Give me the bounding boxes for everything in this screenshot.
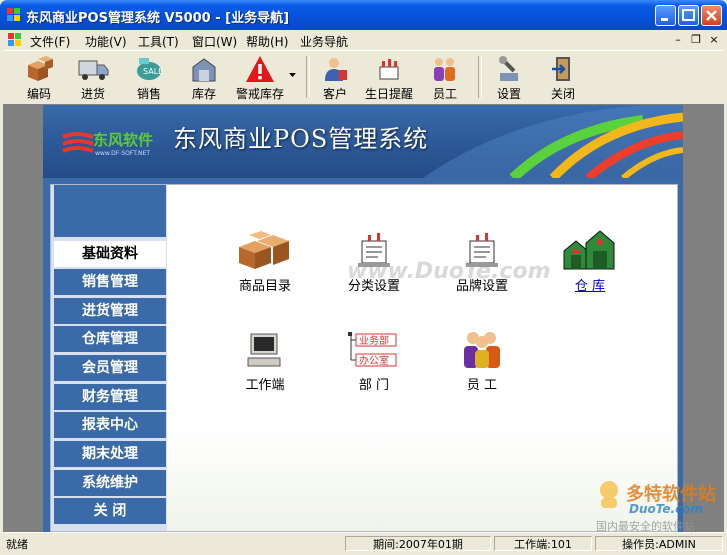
dept-tag: 业务部: [359, 334, 389, 347]
item-label: 分类设置: [347, 279, 400, 294]
mdi-close-button[interactable]: ×: [707, 33, 721, 46]
toolbar-label: 关闭: [550, 87, 575, 101]
item-workstation[interactable]: 工作端: [220, 330, 310, 393]
staff-icon: [434, 58, 455, 81]
maximize-icon: [682, 9, 695, 21]
nav-finance[interactable]: 财务管理: [54, 384, 166, 412]
toolbar-birthday-button[interactable]: 生日提醒: [363, 53, 415, 101]
mdi-child-icon[interactable]: [7, 32, 23, 48]
menu-help[interactable]: 帮助(H): [246, 33, 288, 50]
nav-reports[interactable]: 报表中心: [54, 412, 166, 440]
item-category-settings[interactable]: 分类设置: [329, 229, 419, 294]
item-label: 商品目录: [238, 279, 291, 294]
settings-icon: [499, 56, 518, 81]
minimize-icon: [661, 18, 668, 21]
item-label: 仓 库: [574, 279, 606, 294]
menu-business-nav[interactable]: 业务导航: [300, 33, 348, 50]
nav-member[interactable]: 会员管理: [54, 355, 166, 383]
department-icon: 业务部 办公室: [348, 332, 397, 367]
menu-bar: 文件(F) 功能(V) 工具(T) 窗口(W) 帮助(H) 业务导航 – ❐ ×: [3, 30, 724, 50]
nav-close[interactable]: 关 闭: [54, 498, 166, 526]
status-bar: 就绪 期间:2007年01期 工作端:101 操作员:ADMIN: [0, 532, 727, 555]
item-department[interactable]: 业务部 办公室 部 门: [329, 330, 419, 393]
item-label: 工作端: [245, 378, 285, 393]
site-watermark: 多特软件站 DuoTe.com 国内最安全的软件站: [596, 478, 724, 533]
computer-icon: [247, 333, 281, 367]
brand-icon: [466, 233, 498, 267]
close-window-button[interactable]: [701, 5, 722, 26]
boxes-icon: [28, 56, 53, 81]
status-period: 期间:2007年01期: [345, 536, 491, 551]
toolbar: 编码 进货 SALE 销售 库存 警戒库存 客户 生日提醒 员工 设置 关闭: [3, 50, 724, 105]
window-title: 东风商业POS管理系统 V5000 - [业务导航]: [26, 11, 290, 26]
maximize-button[interactable]: [678, 5, 699, 26]
header-banner: 东风软件 www.DF-SOFT.NET 东风商业POS管理系统: [43, 105, 683, 178]
menu-window[interactable]: 窗口(W): [192, 33, 237, 50]
item-label: 品牌设置: [455, 279, 508, 294]
nav-purchase[interactable]: 进货管理: [54, 298, 166, 326]
menu-file[interactable]: 文件(F): [30, 33, 70, 50]
nav-header: [54, 185, 166, 237]
item-label: 部 门: [358, 378, 390, 393]
minimize-button[interactable]: [655, 5, 676, 26]
warning-icon: [246, 56, 274, 82]
staff-icon: [464, 332, 500, 368]
nav-period-end[interactable]: 期末处理: [54, 441, 166, 469]
truck-icon: [78, 60, 109, 80]
toolbar-staff-button[interactable]: 员工: [419, 53, 471, 101]
dept-tag: 办公室: [359, 354, 389, 367]
svg-text:SALE: SALE: [143, 67, 163, 76]
menu-tools[interactable]: 工具(T): [138, 33, 179, 50]
nav-basic-data[interactable]: 基础资料: [54, 241, 166, 269]
toolbar-label: 警戒库存: [235, 87, 284, 101]
sale-icon: SALE: [137, 58, 163, 80]
mascot-icon: [600, 481, 618, 508]
toolbar-purchase-button[interactable]: 进货: [67, 53, 119, 101]
item-product-catalog[interactable]: 商品目录: [220, 229, 310, 294]
item-staff[interactable]: 员 工: [437, 330, 527, 393]
birthday-icon: [379, 59, 399, 80]
mdi-minimize-button[interactable]: –: [671, 33, 685, 46]
toolbar-alert-stock-button[interactable]: 警戒库存: [234, 53, 286, 101]
system-title: 东风商业POS管理系统: [173, 125, 429, 153]
site-domain: DuoTe.com: [629, 502, 703, 516]
nav-sales[interactable]: 销售管理: [54, 269, 166, 297]
brand-logo-url: www.DF-SOFT.NET: [95, 150, 150, 157]
business-navigation-panel: 基础资料 销售管理 进货管理 仓库管理 会员管理 财务管理 报表中心 期末处理 …: [50, 184, 678, 532]
close-icon: [706, 10, 717, 21]
mdi-client-area: 东风软件 www.DF-SOFT.NET 东风商业POS管理系统 基础资料 销售…: [3, 104, 724, 532]
toolbar-close-button[interactable]: 关闭: [537, 53, 589, 101]
warehouse-icon: [192, 58, 216, 82]
warehouse-icon: [563, 230, 615, 270]
toolbar-stock-button[interactable]: 库存: [178, 53, 230, 101]
title-bar[interactable]: 东风商业POS管理系统 V5000 - [业务导航]: [0, 0, 727, 30]
brand-logo-icon: [62, 132, 94, 153]
app-icon: [7, 8, 20, 21]
brand-logo-text: 东风软件: [93, 131, 154, 149]
category-icon: [358, 233, 390, 267]
status-ready: 就绪: [6, 538, 28, 551]
item-label: 员 工: [466, 378, 498, 393]
toolbar-label: 员工: [432, 87, 457, 101]
nav-system-maintenance[interactable]: 系统维护: [54, 470, 166, 498]
menu-function[interactable]: 功能(V): [85, 33, 127, 50]
mdi-restore-button[interactable]: ❐: [689, 33, 703, 46]
item-brand-settings[interactable]: 品牌设置: [437, 229, 527, 294]
nav-warehouse[interactable]: 仓库管理: [54, 326, 166, 354]
nav-column: 基础资料 销售管理 进货管理 仓库管理 会员管理 财务管理 报表中心 期末处理 …: [51, 185, 167, 531]
boxes-icon: [239, 231, 289, 269]
status-workstation: 工作端:101: [494, 536, 592, 551]
chevron-down-icon[interactable]: [289, 73, 296, 78]
customer-icon: [325, 58, 347, 81]
item-warehouse[interactable]: 仓 库: [545, 229, 635, 294]
exit-icon: [552, 57, 570, 81]
status-operator: 操作员:ADMIN: [595, 536, 723, 551]
